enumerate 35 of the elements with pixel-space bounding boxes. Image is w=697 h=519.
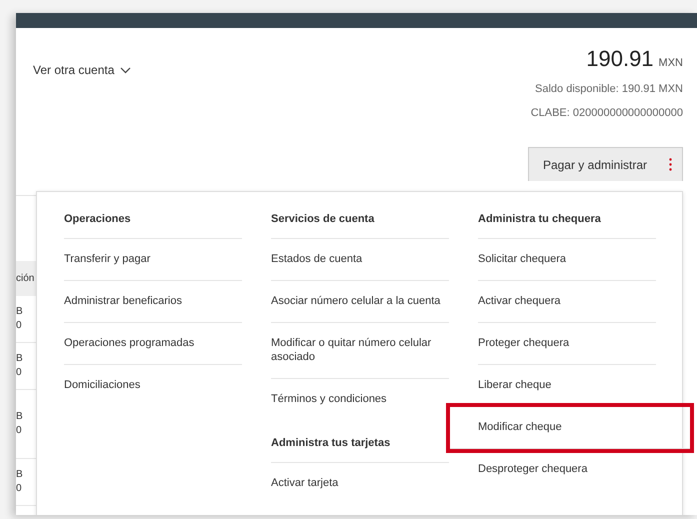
menu-item[interactable]: Modificar o quitar número celular asociado — [271, 323, 449, 379]
table-cell-text: 0 — [16, 424, 23, 438]
menu-item[interactable]: Activar chequera — [478, 281, 656, 323]
pay-and-manage-button[interactable]: Pagar y administrar — [528, 147, 683, 181]
menu-heading: Servicios de cuenta — [271, 192, 449, 239]
menu-item[interactable]: Términos y condiciones — [271, 379, 449, 420]
available-balance: Saldo disponible: 190.91 MXN — [535, 83, 683, 97]
menu-item[interactable]: Liberar cheque — [478, 365, 656, 407]
chevron-down-icon — [120, 66, 132, 74]
menu-heading: Administra tus tarjetas — [271, 420, 449, 463]
account-selector[interactable]: Ver otra cuenta — [33, 62, 132, 78]
menu-item[interactable]: Solicitar chequera — [478, 239, 656, 281]
menu-heading: Administra tu chequera — [478, 192, 656, 239]
clabe-number: CLABE: 020000000000000000 — [530, 107, 683, 121]
table-cell-text: 0 — [16, 319, 23, 333]
more-icon — [669, 158, 672, 171]
menu-item[interactable]: Asociar número celular a la cuenta — [271, 281, 449, 323]
table-cell-text: B — [16, 305, 24, 319]
menu-item[interactable]: Proteger chequera — [478, 323, 656, 365]
menu-item[interactable]: Estados de cuenta — [271, 239, 449, 281]
table-cell-text: 0 — [16, 482, 23, 496]
menu-item[interactable]: Desproteger chequera — [478, 449, 656, 490]
menu-item[interactable]: Administrar beneficarios — [64, 281, 242, 323]
menu-item[interactable]: Domiciliaciones — [64, 365, 242, 406]
menu-item[interactable]: Activar tarjeta — [271, 463, 449, 504]
currency: MXN — [658, 57, 683, 69]
table-cell-text: 0 — [16, 366, 23, 380]
table-cell-text: B — [16, 468, 24, 482]
menu-item[interactable]: Transferir y pagar — [64, 239, 242, 281]
table-cell-text: B — [16, 410, 24, 424]
table-header: ción — [16, 273, 34, 284]
menu-heading: Operaciones — [64, 192, 242, 239]
menu-item[interactable]: Operaciones programadas — [64, 323, 242, 365]
balance-amount: 190.91 — [586, 46, 654, 72]
table-cell-text: B — [16, 352, 24, 366]
